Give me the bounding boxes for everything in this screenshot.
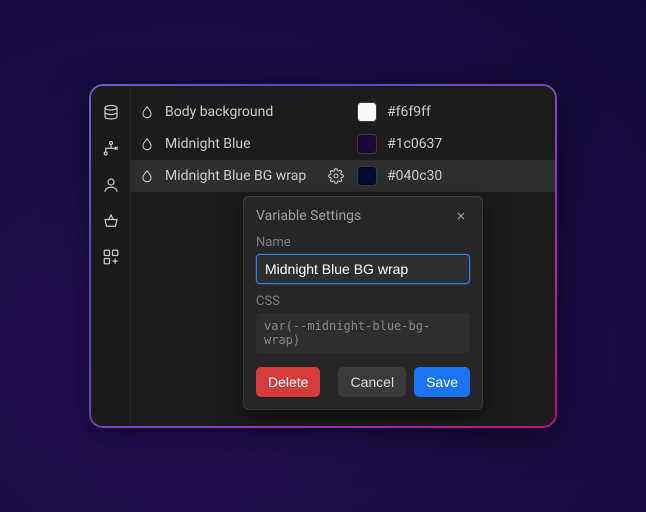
name-input[interactable]	[256, 254, 470, 284]
css-value: var(--midnight-blue-bg-wrap)	[256, 313, 470, 353]
sidebar	[91, 86, 131, 426]
settings-button[interactable]	[325, 165, 347, 187]
droplet-icon	[139, 136, 155, 152]
sidebar-item-basket[interactable]	[96, 206, 126, 236]
basket-icon	[102, 212, 120, 230]
app-window: Body background #f6f9ff Midnight Blue #1…	[89, 84, 557, 428]
close-icon	[455, 210, 467, 222]
database-icon	[102, 104, 120, 122]
color-swatch[interactable]	[357, 134, 377, 154]
popover-title: Variable Settings	[256, 208, 361, 224]
color-hex: #f6f9ff	[387, 104, 431, 120]
droplet-icon	[139, 104, 155, 120]
variable-label: Midnight Blue BG wrap	[165, 168, 315, 184]
user-icon	[102, 176, 120, 194]
color-swatch[interactable]	[357, 102, 377, 122]
variable-row[interactable]: Midnight Blue #1c0637	[131, 128, 555, 160]
variable-settings-popover: Variable Settings Name CSS var(--midnigh…	[243, 196, 483, 410]
variable-label: Midnight Blue	[165, 136, 315, 152]
color-swatch[interactable]	[357, 166, 377, 186]
variable-row[interactable]: Midnight Blue BG wrap #040c30	[131, 160, 555, 192]
hierarchy-icon	[102, 140, 120, 158]
apps-icon	[102, 248, 120, 266]
sidebar-item-apps[interactable]	[96, 242, 126, 272]
variable-row[interactable]: Body background #f6f9ff	[131, 96, 555, 128]
main-panel: Body background #f6f9ff Midnight Blue #1…	[131, 86, 555, 426]
close-button[interactable]	[452, 207, 470, 225]
sidebar-item-hierarchy[interactable]	[96, 134, 126, 164]
delete-button[interactable]: Delete	[256, 367, 320, 397]
droplet-icon	[139, 168, 155, 184]
css-field-label: CSS	[256, 294, 470, 309]
name-field-label: Name	[256, 235, 470, 250]
gear-icon	[328, 168, 344, 184]
color-hex: #1c0637	[387, 136, 442, 152]
cancel-button[interactable]: Cancel	[338, 367, 406, 397]
sidebar-item-user[interactable]	[96, 170, 126, 200]
save-button[interactable]: Save	[414, 367, 470, 397]
sidebar-item-database[interactable]	[96, 98, 126, 128]
color-hex: #040c30	[387, 168, 442, 184]
variable-label: Body background	[165, 104, 315, 120]
